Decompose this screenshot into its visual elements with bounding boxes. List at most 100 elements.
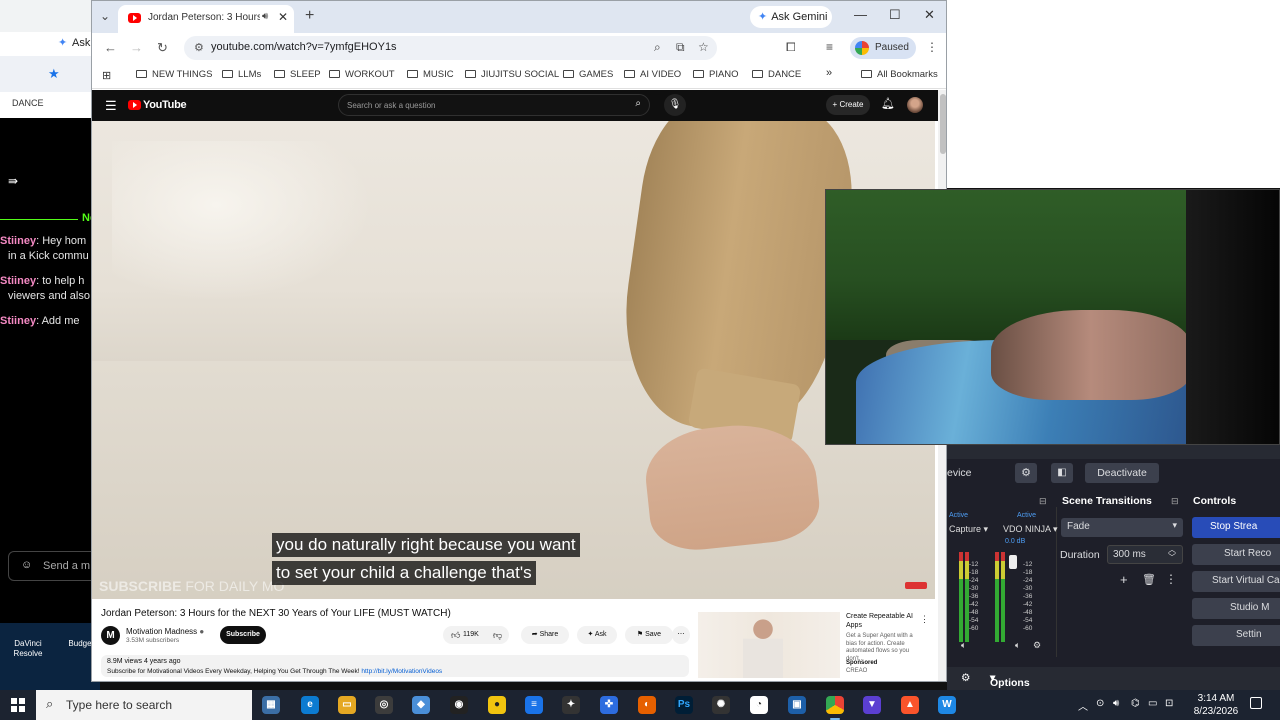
properties-gear-icon[interactable]: ⚙ (1015, 463, 1037, 483)
transition-menu-icon[interactable]: ⋮ (1165, 572, 1177, 586)
chrome-icon[interactable] (826, 696, 844, 720)
davinci-resolve-icon[interactable]: ✺ (712, 696, 730, 714)
collapse-chat-icon[interactable]: ⇛ (8, 174, 18, 188)
voice-search-icon[interactable]: 🎙︎ (664, 94, 686, 116)
volume-slider[interactable] (1009, 555, 1017, 569)
edge-icon[interactable]: e (301, 696, 319, 714)
deactivate-button[interactable]: Deactivate (1085, 463, 1159, 483)
tray-icon[interactable]: ⊙ (1096, 698, 1104, 709)
app-icon[interactable]: ◆ (412, 696, 430, 714)
more-actions-icon[interactable]: ⋯ (672, 626, 690, 644)
bookmark-llms[interactable]: LLMs (222, 69, 261, 80)
bookmarks-overflow-icon[interactable]: » (826, 67, 832, 79)
app-icon[interactable]: ✜ (600, 696, 618, 714)
tab-search-icon[interactable]: ⌄ (100, 9, 110, 23)
star-icon[interactable]: ★ (48, 66, 60, 82)
start-virtual-camera-button[interactable]: Start Virtual Ca (1192, 571, 1280, 592)
channel-avatar[interactable]: M (101, 626, 120, 645)
app-icon[interactable]: ✦ (562, 696, 580, 714)
bookmark-music[interactable]: MUSIC (407, 69, 454, 80)
close-window-icon[interactable]: ✕ (924, 7, 935, 23)
battery-icon[interactable]: ▭ (1148, 698, 1157, 709)
app-icon[interactable]: W (938, 696, 956, 714)
new-tab-icon[interactable]: + (305, 7, 314, 25)
notifications-bell-icon[interactable]: 🔔︎ (881, 97, 895, 110)
gear-icon[interactable]: ⚙ (961, 672, 970, 684)
share-button[interactable]: ➦ Share (521, 626, 569, 644)
back-icon[interactable]: ← (104, 40, 117, 55)
add-transition-icon[interactable]: + (1120, 572, 1128, 587)
emote-icon[interactable]: ☺ (21, 559, 32, 571)
scrollbar-thumb[interactable] (940, 94, 946, 154)
desktop-icon-davinci[interactable]: DaVinci Resolve (8, 639, 48, 659)
file-explorer-icon[interactable]: ▭ (338, 696, 356, 714)
obs-icon[interactable]: ◉ (450, 696, 468, 714)
hamburger-menu-icon[interactable]: ☰ (105, 98, 117, 114)
minimize-icon[interactable]: — (854, 7, 867, 22)
search-icon[interactable]: ⌕ (635, 98, 641, 109)
bookmark-piano[interactable]: PIANO (693, 69, 739, 80)
mixer-source-capture[interactable]: Capture ▾ (949, 524, 988, 535)
filters-icon[interactable]: ◧ (1051, 463, 1073, 483)
tray-icon[interactable]: ⌬ (1131, 698, 1140, 709)
bookmark-ai-video[interactable]: AI VIDEO (624, 69, 681, 80)
spinner-icon[interactable]: ︿ ﹀ (1168, 546, 1176, 562)
tray-overflow-icon[interactable]: ︿ (1078, 698, 1088, 713)
settings-icon[interactable]: ⚙ (1033, 640, 1041, 651)
channel-name[interactable]: Motivation Madness ● (126, 627, 204, 636)
youtube-wordmark[interactable]: YouTube (143, 99, 187, 111)
dislike-icon[interactable]: 👎︎ (493, 626, 502, 644)
start-recording-button[interactable]: Start Reco (1192, 544, 1280, 565)
like-icon[interactable]: 👍︎ (451, 626, 460, 644)
app-icon[interactable]: ◔ (750, 696, 768, 714)
avatar[interactable] (907, 97, 923, 113)
bookmark-dance[interactable]: DANCE (752, 69, 801, 80)
reload-icon[interactable]: ↻ (157, 40, 168, 56)
mute-icon[interactable]: 🔈︎ (961, 640, 966, 651)
app-icon[interactable]: ◎ (375, 696, 393, 714)
app-icon[interactable]: ▣ (788, 696, 806, 714)
video-player[interactable]: SUBSCRIBE FOR DAILY MO you do naturally … (92, 121, 935, 599)
lightbulb-icon[interactable]: ● (488, 696, 506, 714)
apps-grid-icon[interactable]: ⊞ (102, 69, 111, 82)
youtube-search-input[interactable] (347, 98, 617, 112)
options-button[interactable]: Options ▾ (990, 672, 1030, 689)
tab-youtube[interactable]: Jordan Peterson: 3 Hours fo 🔊︎ ✕ (118, 5, 294, 33)
extensions-icon[interactable]: ⧠ (786, 40, 796, 55)
ask-gemini-button[interactable]: ✦ Ask Gemini (750, 6, 832, 28)
youtube-logo-icon[interactable] (128, 100, 141, 110)
ask-button[interactable]: ✦ Ask (577, 626, 617, 644)
create-button[interactable]: + Create (826, 95, 870, 115)
subscribe-button[interactable]: Subscribe (220, 626, 266, 644)
bookmark-sleep[interactable]: SLEEP (274, 69, 321, 80)
address-bar[interactable]: ⚙ youtube.com/watch?v=7ymfgEHOY1s ⌕ ⧉ ☆ (184, 36, 717, 60)
url-text[interactable]: youtube.com/watch?v=7ymfgEHOY1s (211, 41, 397, 53)
sponsored-ad[interactable]: Create Repeatable AI Apps Get a Super Ag… (698, 612, 934, 678)
profile-button[interactable]: Paused (850, 37, 916, 59)
dock-icon[interactable]: ⊟ (1171, 496, 1179, 507)
forward-icon[interactable]: → (130, 40, 143, 55)
windows-start-icon[interactable] (11, 698, 25, 712)
audio-playing-icon[interactable]: 🔊︎ (262, 11, 268, 22)
zoom-icon[interactable]: ⌕ (654, 40, 661, 55)
ad-title[interactable]: Create Repeatable AI Apps (846, 612, 916, 630)
transition-select[interactable]: Fade ▾ (1061, 518, 1183, 537)
settings-button[interactable]: Settin (1192, 625, 1280, 646)
bookmark-new-things[interactable]: NEW THINGS (136, 69, 213, 80)
site-info-icon[interactable]: ⚙ (194, 41, 204, 54)
description-link[interactable]: http://bit.ly/MotivationVideos (361, 668, 442, 675)
reading-list-icon[interactable]: ≡ (826, 40, 833, 54)
stop-streaming-button[interactable]: Stop Strea (1192, 517, 1280, 538)
bookmark-games[interactable]: GAMES (563, 69, 613, 80)
menu-kebab-icon[interactable]: ⋮ (926, 40, 938, 54)
bookmark-star-icon[interactable]: ☆ (698, 40, 709, 54)
firefox-icon[interactable]: ◐ (638, 696, 656, 714)
ad-thumbnail[interactable] (698, 612, 840, 678)
taskbar-search[interactable]: ⌕ Type here to search (36, 690, 252, 720)
ad-menu-icon[interactable]: ⋮ (920, 614, 929, 625)
bookmark-dance[interactable]: DANCE (12, 98, 44, 108)
duration-input[interactable]: 300 ms ︿ ﹀ (1107, 545, 1183, 564)
save-button[interactable]: ⚑ Save (625, 626, 673, 644)
docs-icon[interactable]: ≡ (525, 696, 543, 714)
dock-icon[interactable]: ⊟ (1039, 496, 1047, 507)
